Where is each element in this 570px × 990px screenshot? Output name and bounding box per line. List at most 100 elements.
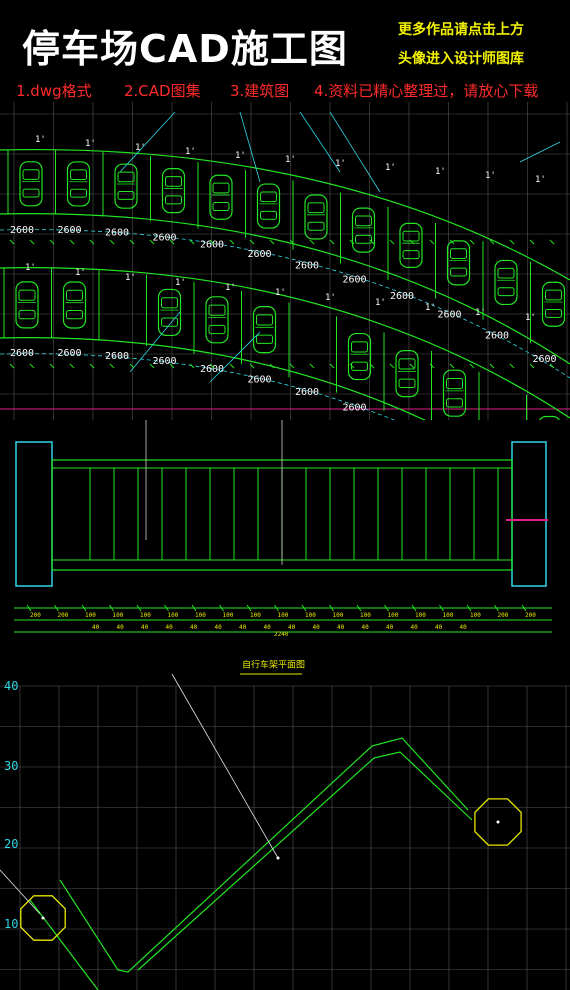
elevation-dim-bottom: 40 bbox=[288, 624, 296, 631]
page-title: 停车场CAD施工图 bbox=[22, 27, 348, 71]
car-body bbox=[15, 281, 39, 329]
dimension-tick bbox=[469, 363, 475, 369]
elevation-dim-bottom: 40 bbox=[264, 624, 272, 631]
car-symbol bbox=[446, 240, 471, 286]
car-windshield bbox=[351, 341, 368, 353]
stall-width-dim: 2600 bbox=[533, 354, 557, 365]
elevation-dim-bottom: 40 bbox=[92, 624, 100, 631]
stall-width-dim: 2600 bbox=[200, 239, 224, 250]
car-body bbox=[66, 161, 91, 207]
leader-line bbox=[329, 111, 381, 193]
car-body bbox=[351, 207, 376, 253]
dimension-tick bbox=[29, 363, 35, 369]
dimension-tick bbox=[89, 239, 95, 245]
car-windshield bbox=[22, 169, 40, 180]
car-body bbox=[205, 296, 229, 344]
car-body bbox=[304, 194, 328, 240]
elevation-dim-bottom: 40 bbox=[460, 624, 468, 631]
car-rear-window bbox=[545, 309, 562, 318]
car-windshield bbox=[307, 202, 325, 214]
dimension-tick bbox=[249, 363, 255, 369]
car-rear-window bbox=[18, 309, 36, 320]
promo-line-1[interactable]: 更多作品请点击上方 bbox=[398, 19, 524, 39]
angle-label: 1' bbox=[475, 308, 486, 318]
elevation-dim-bottom: 40 bbox=[215, 624, 223, 631]
car-body bbox=[395, 350, 419, 398]
header-banner: 停车场CAD施工图 更多作品请点击上方 头像进入设计师图库 1.dwg格式 2.… bbox=[0, 0, 570, 110]
elevation-dim-top: 100 bbox=[305, 612, 316, 619]
stall-width-dim: 2600 bbox=[295, 387, 319, 398]
car-rear-window bbox=[351, 361, 368, 371]
stall-width-dim: 2600 bbox=[58, 348, 82, 359]
leader-line bbox=[519, 141, 561, 163]
angle-label: 1' bbox=[185, 147, 196, 157]
dimension-tick bbox=[549, 239, 555, 245]
feature-dwg-format: 1.dwg格式 bbox=[16, 82, 92, 100]
car-windshield bbox=[66, 289, 83, 301]
car-windshield bbox=[256, 314, 273, 326]
feature-cad-collection: 2.CAD图集 bbox=[124, 82, 201, 100]
car-windshield bbox=[260, 191, 277, 203]
leader-line bbox=[119, 111, 176, 173]
car-symbol bbox=[62, 281, 87, 329]
car-rear-window bbox=[117, 190, 135, 200]
car-body bbox=[399, 222, 423, 268]
car-symbol bbox=[209, 174, 233, 220]
car-body bbox=[446, 240, 471, 286]
elevation-dim-bottom: 40 bbox=[313, 624, 321, 631]
car-symbol bbox=[19, 161, 43, 207]
car-body bbox=[114, 163, 138, 209]
promo-line-2[interactable]: 头像进入设计师图库 bbox=[398, 48, 524, 68]
octagon-center-point bbox=[496, 820, 500, 824]
dimension-tick bbox=[69, 239, 75, 245]
feature-list: 1.dwg格式 2.CAD图集 3.建筑图 4.资料已精心整理过，请放心下载 bbox=[16, 80, 566, 102]
elevation-dim-top: 100 bbox=[140, 612, 151, 619]
dimension-tick bbox=[309, 239, 315, 245]
car-symbol bbox=[161, 168, 186, 214]
stall-width-dim: 2600 bbox=[343, 275, 367, 286]
dimension-tick bbox=[109, 363, 115, 369]
elevation-dim-top: 100 bbox=[250, 612, 261, 619]
car-body bbox=[494, 259, 518, 306]
car-rear-window bbox=[165, 195, 182, 205]
car-rear-window bbox=[212, 202, 230, 211]
dimension-tick bbox=[229, 239, 235, 245]
car-rear-window bbox=[446, 398, 463, 408]
angle-label: 1' bbox=[535, 175, 546, 185]
angle-label: 1' bbox=[385, 163, 396, 173]
elevation-dim-bottom: 40 bbox=[337, 624, 345, 631]
angle-label: 1' bbox=[135, 143, 146, 153]
stall-width-dim: 2600 bbox=[248, 374, 272, 385]
dimension-tick bbox=[109, 239, 115, 245]
bike-rack-plan-detail-drawing: 自行车架平面图 40 30 20 10 bbox=[0, 660, 570, 990]
dimension-tick bbox=[529, 239, 535, 245]
leader-endpoint bbox=[276, 856, 280, 860]
angle-label: 1' bbox=[75, 268, 86, 278]
car-symbol bbox=[157, 288, 182, 337]
elevation-dim-top: 100 bbox=[415, 612, 426, 619]
angle-label: 1' bbox=[235, 151, 246, 161]
dimension-tick bbox=[189, 363, 195, 369]
elevation-dim-bottom: 40 bbox=[435, 624, 443, 631]
car-rear-window bbox=[402, 250, 420, 260]
dimension-tick bbox=[429, 239, 435, 245]
car-body bbox=[157, 288, 182, 337]
car-windshield bbox=[402, 230, 420, 242]
car-symbol bbox=[252, 306, 277, 354]
elevation-dim-top: 100 bbox=[443, 612, 454, 619]
stall-width-dim: 2600 bbox=[248, 249, 272, 260]
elevation-dim-bottom: 40 bbox=[411, 624, 419, 631]
car-symbol bbox=[494, 259, 518, 306]
dimension-tick bbox=[89, 363, 95, 369]
car-body bbox=[256, 183, 281, 229]
dimension-tick bbox=[249, 239, 255, 245]
elevation-dim-total: 2240 bbox=[274, 631, 289, 638]
elevation-dim-top: 200 bbox=[30, 612, 41, 619]
car-body bbox=[161, 168, 186, 214]
car-symbol bbox=[541, 281, 566, 327]
elevation-dim-top: 200 bbox=[58, 612, 69, 619]
detail-title: 自行车架平面图 bbox=[242, 660, 305, 671]
car-windshield bbox=[497, 267, 515, 279]
dimension-tick bbox=[69, 363, 75, 369]
angle-label: 1' bbox=[285, 155, 296, 165]
